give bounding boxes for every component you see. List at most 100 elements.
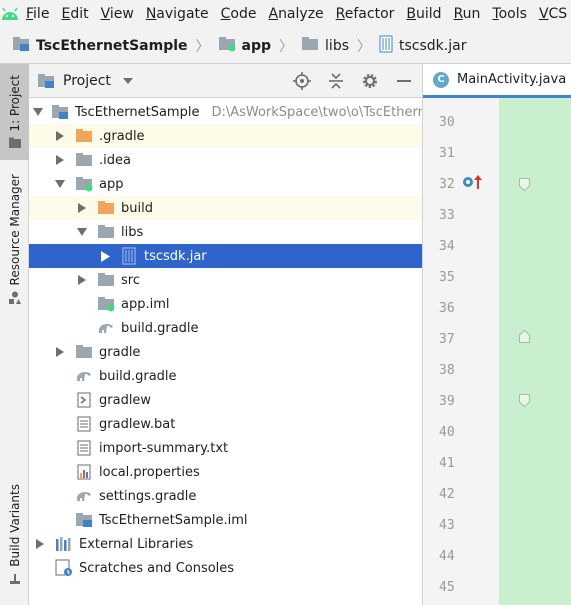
fold-marker-icon[interactable] <box>519 329 530 343</box>
chevron-right-icon: 〉 <box>279 38 294 55</box>
breadcrumb-app[interactable]: app <box>218 36 271 56</box>
menu-file[interactable]: File <box>20 0 55 28</box>
tree-item-libs[interactable]: libs <box>29 220 422 244</box>
folder-icon <box>8 137 22 153</box>
tree-item-idea[interactable]: .idea <box>29 148 422 172</box>
tree-item-external-libraries[interactable]: External Libraries <box>29 532 422 556</box>
line-number: 41 <box>439 456 455 471</box>
chevron-right-icon: 〉 <box>195 38 210 55</box>
tool-tab-build-variants[interactable]: Build Variants <box>0 484 29 602</box>
project-path: D:\AsWorkSpace\two\o\TscEthernet <box>211 104 422 120</box>
tree-item-label: build.gradle <box>99 368 177 384</box>
tab-mainactivity[interactable]: C MainActivity.java <box>423 64 571 98</box>
text-file-icon <box>75 415 93 433</box>
chevron-right-icon[interactable] <box>53 129 67 143</box>
tree-item-src[interactable]: src <box>29 268 422 292</box>
menu-vcs[interactable]: VCS <box>533 0 571 28</box>
chevron-right-icon[interactable] <box>53 345 67 359</box>
line-number: 42 <box>439 487 455 502</box>
tree-item-app[interactable]: app <box>29 172 422 196</box>
tree-item-root[interactable]: TscEthernetSample D:\AsWorkSpace\two\o\T… <box>29 100 422 124</box>
project-view-icon <box>37 73 55 89</box>
project-panel-header: Project <box>29 64 422 98</box>
chevron-down-icon[interactable] <box>53 177 67 191</box>
chevron-right-icon[interactable] <box>98 249 112 263</box>
gradle-icon <box>97 319 115 337</box>
tree-item-label: gradle <box>99 344 141 360</box>
breadcrumb-libs[interactable]: libs <box>301 36 349 56</box>
folder-icon <box>75 343 93 361</box>
fold-marker-icon[interactable] <box>519 178 530 192</box>
tree-item-gradle-hidden[interactable]: .gradle <box>29 124 422 148</box>
resources-icon <box>8 291 22 309</box>
shell-script-icon <box>75 391 93 409</box>
tree-item-scratches[interactable]: Scratches and Consoles <box>29 556 422 580</box>
chevron-right-icon[interactable] <box>33 537 47 551</box>
collapse-all-icon[interactable] <box>324 69 348 93</box>
line-number: 45 <box>439 580 455 595</box>
project-view-title[interactable]: Project <box>63 73 111 89</box>
line-number: 30 <box>439 115 455 130</box>
line-number: 31 <box>439 146 455 161</box>
locate-file-icon[interactable] <box>290 69 314 93</box>
tab-label: MainActivity.java <box>457 72 567 87</box>
line-number: 37 <box>439 332 455 347</box>
tree-item-tscsdk-jar[interactable]: tscsdk.jar <box>29 244 422 268</box>
tree-item-app-iml[interactable]: app.iml <box>29 292 422 316</box>
tree-item-root-iml[interactable]: TscEthernetSample.iml <box>29 508 422 532</box>
chevron-right-icon[interactable] <box>75 273 89 287</box>
chevron-right-icon: 〉 <box>357 38 372 55</box>
fold-marker-icon[interactable] <box>519 394 530 408</box>
chevron-down-icon[interactable] <box>75 225 89 239</box>
project-module-icon <box>51 103 69 121</box>
line-number: 36 <box>439 301 455 316</box>
tree-item-settings-gradle[interactable]: settings.gradle <box>29 484 422 508</box>
jar-icon <box>120 247 138 265</box>
tree-item-label: app.iml <box>121 296 170 312</box>
tree-item-label: libs <box>121 224 144 240</box>
menu-analyze[interactable]: Analyze <box>262 0 329 28</box>
module-folder-icon <box>218 36 236 56</box>
gradle-icon <box>75 367 93 385</box>
text-file-icon <box>75 439 93 457</box>
menu-build[interactable]: Build <box>400 0 447 28</box>
tree-item-gradlew-bat[interactable]: gradlew.bat <box>29 412 422 436</box>
tree-item-label: Scratches and Consoles <box>79 560 235 576</box>
tree-item-label: tscsdk.jar <box>144 248 207 264</box>
tree-item-gradle[interactable]: gradle <box>29 340 422 364</box>
breadcrumb-tscsdk[interactable]: tscsdk.jar <box>379 35 466 57</box>
menu-navigate[interactable]: Navigate <box>140 0 215 28</box>
menu-edit[interactable]: Edit <box>55 0 94 28</box>
tree-item-build[interactable]: build <box>29 196 422 220</box>
folder-icon <box>301 36 319 56</box>
menu-code[interactable]: Code <box>215 0 263 28</box>
tree-item-gradlew[interactable]: gradlew <box>29 388 422 412</box>
tree-item-label: build <box>121 200 153 216</box>
folder-icon <box>97 199 115 217</box>
code-area[interactable] <box>499 98 571 605</box>
tree-item-import-summary[interactable]: import-summary.txt <box>29 436 422 460</box>
breadcrumb-project[interactable]: TscEthernetSample <box>12 36 188 56</box>
chevron-right-icon[interactable] <box>75 201 89 215</box>
libraries-icon <box>55 535 73 553</box>
chevron-down-icon[interactable] <box>33 105 43 119</box>
menu-tools[interactable]: Tools <box>486 0 533 28</box>
module-file-icon <box>75 511 93 529</box>
line-number: 33 <box>439 208 455 223</box>
menu-refactor[interactable]: Refactor <box>330 0 401 28</box>
menu-view[interactable]: View <box>95 0 140 28</box>
override-method-icon[interactable] <box>462 174 484 190</box>
tree-item-app-build-gradle[interactable]: build.gradle <box>29 316 422 340</box>
menu-run[interactable]: Run <box>448 0 487 28</box>
tree-item-root-build-gradle[interactable]: build.gradle <box>29 364 422 388</box>
chevron-down-icon[interactable] <box>122 77 133 84</box>
minimize-icon[interactable] <box>392 69 416 93</box>
gear-icon[interactable] <box>358 69 382 93</box>
line-number: 40 <box>439 425 455 440</box>
breadcrumb: TscEthernetSample 〉 app 〉 libs 〉 tscsdk.… <box>0 28 571 64</box>
tool-tab-project[interactable]: 1: Project <box>0 64 29 160</box>
tree-item-local-properties[interactable]: local.properties <box>29 460 422 484</box>
tool-tab-resource-manager[interactable]: Resource Manager <box>0 174 29 324</box>
chevron-right-icon[interactable] <box>53 153 67 167</box>
folder-icon <box>75 151 93 169</box>
